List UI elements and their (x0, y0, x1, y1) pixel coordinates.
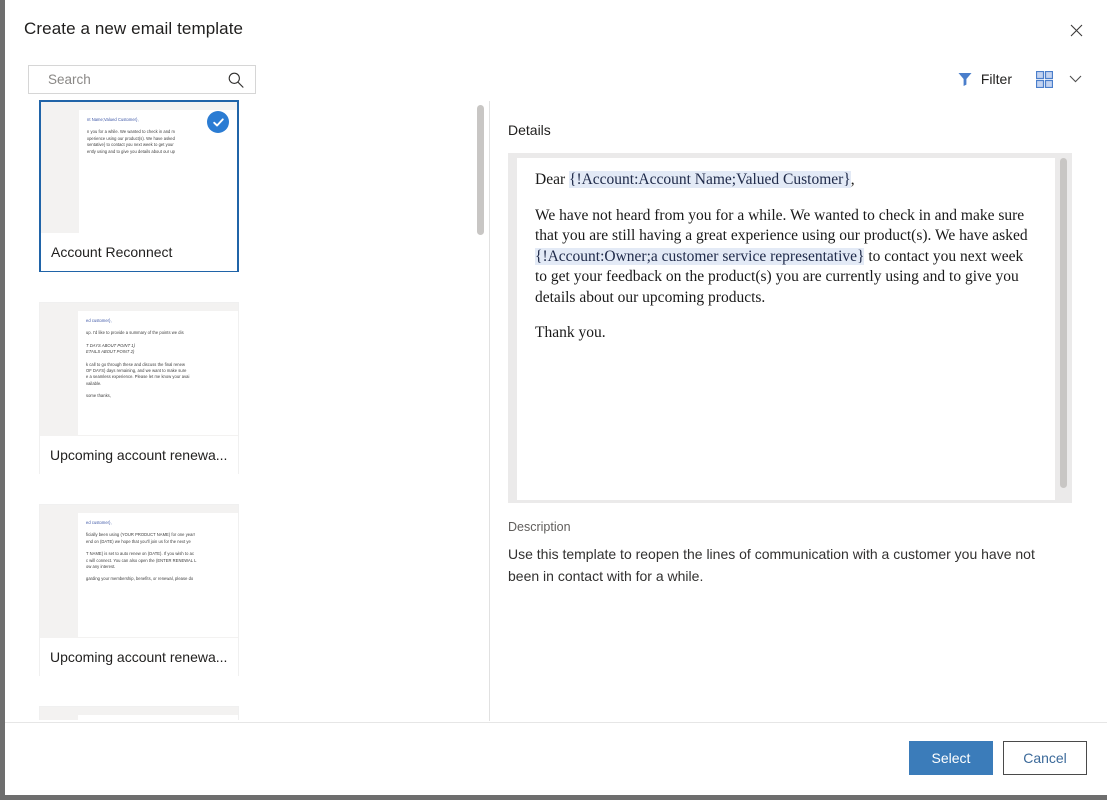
check-icon (212, 116, 225, 129)
template-gallery: nt Name;Valued Customer},n you for a whi… (5, 100, 475, 720)
template-thumbnail: ed customer},ficially been using (YOUR P… (40, 505, 238, 638)
filter-button[interactable]: Filter (953, 64, 1016, 94)
thumbnail-text-line: some thanks, (86, 393, 238, 399)
template-preview-document: Dear {!Account:Account Name;Valued Custo… (517, 158, 1055, 500)
template-preview-frame: Dear {!Account:Account Name;Valued Custo… (508, 153, 1072, 503)
dialog-footer: Select Cancel (5, 723, 1107, 795)
template-grid: nt Name;Valued Customer},n you for a whi… (5, 100, 475, 720)
selected-check-badge (207, 111, 229, 133)
dialog-content: nt Name;Valued Customer},n you for a whi… (5, 100, 1107, 722)
thumbnail-text-line: garding your membership, benefits, or re… (86, 576, 238, 582)
footer-actions: Select Cancel (909, 741, 1087, 775)
preview-salutation: Dear {!Account:Account Name;Valued Custo… (535, 170, 1039, 191)
grid-view-button[interactable] (1030, 64, 1059, 94)
template-card-label: Account Reconnect (41, 233, 237, 271)
search-input[interactable] (48, 72, 208, 87)
details-panel: Details Dear {!Account:Account Name;Valu… (508, 100, 1078, 720)
template-thumbnail: ed customer},up. I'd like to provide a s… (40, 303, 238, 436)
grid-view-icon (1036, 71, 1053, 88)
preview-scrollbar[interactable] (1058, 158, 1069, 500)
template-thumbnail: nt Name;Valued Customer},n you for a whi… (41, 102, 237, 233)
preview-salutation-prefix: Dear (535, 171, 569, 188)
gallery-scrollbar-thumb[interactable] (477, 105, 484, 235)
template-thumbnail-page: ed customer},ficially been using (YOUR P… (78, 513, 238, 637)
close-icon (1070, 24, 1083, 37)
template-card-label: Upcoming account renewa... (40, 436, 238, 474)
template-card[interactable]: ed customer},ficially been using (YOUR P… (39, 504, 239, 676)
search-box[interactable] (28, 65, 256, 94)
cancel-button[interactable]: Cancel (1003, 741, 1087, 775)
description-text: Use this template to reopen the lines of… (508, 543, 1053, 587)
template-card-label: Upcoming account renewa... (40, 638, 238, 676)
dialog-header: Create a new email template (5, 0, 1107, 60)
preview-closing: Thank you. (535, 323, 1039, 344)
merge-token-account-name: {!Account:Account Name;Valued Customer} (569, 171, 851, 188)
template-card[interactable]: nt Name;Valued Customer},n you for a whi… (39, 100, 239, 272)
details-heading: Details (508, 122, 551, 138)
preview-salutation-suffix: , (851, 171, 855, 188)
view-options-chevron-button[interactable] (1063, 64, 1087, 94)
create-email-template-dialog: Create a new email template Filter (0, 0, 1107, 800)
toolbar: Filter (953, 64, 1087, 94)
template-thumbnail-page: ed customer},up. I'd like to provide a s… (78, 311, 238, 435)
preview-body: We have not heard from you for a while. … (535, 206, 1039, 309)
template-thumbnail: ed customer},ficially been using (YOUR P… (40, 707, 238, 720)
preview-scrollbar-thumb[interactable] (1060, 158, 1067, 488)
description-heading: Description (508, 520, 571, 534)
chevron-down-icon (1069, 75, 1082, 83)
filter-label: Filter (981, 71, 1012, 87)
page-title: Create a new email template (24, 19, 243, 39)
thumbnail-text-line: ently using and to give you details abou… (87, 149, 237, 155)
select-button[interactable]: Select (909, 741, 993, 775)
search-icon[interactable] (227, 71, 245, 89)
template-card[interactable]: ed customer},ficially been using (YOUR P… (39, 706, 239, 720)
merge-token-account-owner: {!Account:Owner;a customer service repre… (535, 248, 864, 265)
preview-body-part1: We have not heard from you for a while. … (535, 207, 1028, 245)
close-button[interactable] (1060, 14, 1092, 46)
template-thumbnail-page: ed customer},ficially been using (YOUR P… (78, 715, 238, 720)
gallery-scrollbar[interactable] (475, 100, 486, 720)
funnel-icon (957, 71, 973, 87)
template-card[interactable]: ed customer},up. I'd like to provide a s… (39, 302, 239, 474)
